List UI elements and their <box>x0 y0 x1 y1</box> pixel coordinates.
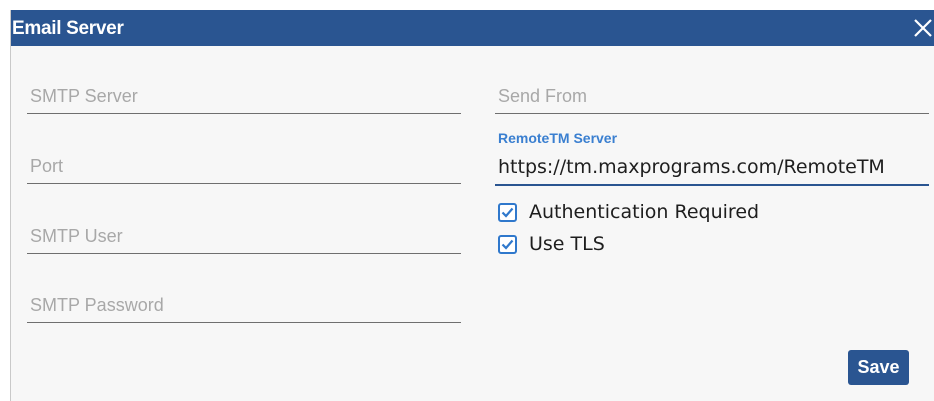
port-placeholder: Port <box>30 156 64 176</box>
smtp-password-field[interactable]: SMTP Password <box>27 283 461 323</box>
close-button[interactable] <box>909 13 934 43</box>
save-button[interactable]: Save <box>848 350 909 385</box>
smtp-user-placeholder: SMTP User <box>30 226 123 246</box>
checkmark-icon <box>501 207 514 218</box>
port-field[interactable]: Port <box>27 144 461 184</box>
background-strip <box>0 0 934 10</box>
use-tls-checkbox[interactable] <box>498 234 517 254</box>
smtp-server-field[interactable]: SMTP Server <box>27 74 461 114</box>
dialog-titlebar: Email Server <box>11 10 934 46</box>
authentication-required-option[interactable]: Authentication Required <box>498 200 759 224</box>
smtp-password-placeholder: SMTP Password <box>30 295 164 315</box>
email-server-dialog: Email Server SMTP Server Port SMTP User … <box>10 10 934 401</box>
send-from-placeholder: Send From <box>498 86 588 106</box>
authentication-required-label: Authentication Required <box>529 201 760 223</box>
smtp-user-field[interactable]: SMTP User <box>27 214 461 254</box>
authentication-required-checkbox[interactable] <box>498 202 517 222</box>
close-icon <box>914 19 932 37</box>
dialog-title: Email Server <box>12 18 124 39</box>
remotetm-server-field[interactable]: RemoteTM Server https://tm.maxprograms.c… <box>495 130 929 186</box>
use-tls-label: Use TLS <box>529 233 605 255</box>
remotetm-server-value: https://tm.maxprograms.com/RemoteTM <box>498 156 885 178</box>
remotetm-server-label: RemoteTM Server <box>498 130 618 146</box>
use-tls-option[interactable]: Use TLS <box>498 232 605 256</box>
smtp-server-placeholder: SMTP Server <box>30 86 138 106</box>
send-from-field[interactable]: Send From <box>495 74 929 114</box>
checkmark-icon <box>501 239 514 250</box>
